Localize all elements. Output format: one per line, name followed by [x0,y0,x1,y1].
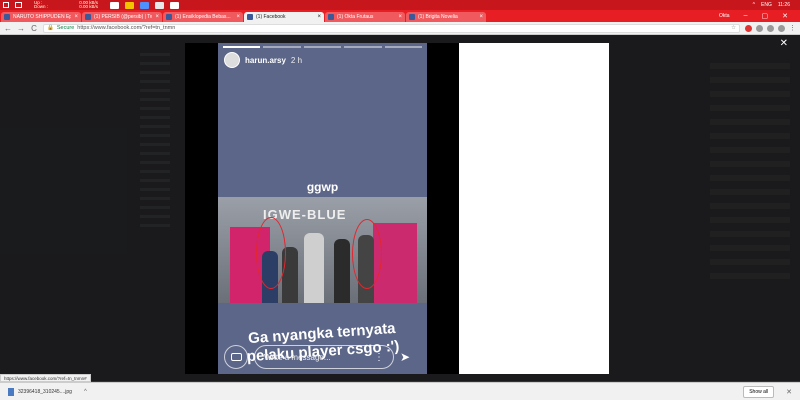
task-view-icon [14,2,22,8]
tab-favicon-icon [247,14,253,20]
person [334,239,350,303]
extension-icon[interactable] [756,24,763,32]
camera-icon [230,353,242,361]
lock-icon: 🔒 [47,25,54,31]
tab-title: (1) Ensiklopedia Bebas... [175,14,231,20]
download-options-icon[interactable]: ^ [84,389,87,395]
message-field[interactable]: ⋮ [254,345,394,369]
bookmark-star-icon[interactable]: ☆ [731,25,736,31]
tab-favicon-icon [166,14,172,20]
tab-title: (1) Facebook [256,14,286,20]
tab-favicon-icon [85,14,91,20]
story-progress [223,46,423,48]
more-options-icon[interactable]: ⋮ [374,352,384,363]
story-reply-bar: ⋮ ➤ [224,345,421,369]
tab-favicon-icon [4,14,10,20]
tab-favicon-icon [328,14,334,20]
story-username[interactable]: harun.arsy [245,56,286,65]
browser-tab-bar: NARUTO SHIPPUDEN Epi... × (1) PERSIB (@per… [0,10,800,22]
taskbar-pinned-apps [110,1,179,9]
story-timestamp: 2 h [290,55,303,65]
forward-button[interactable]: → [17,24,25,33]
status-url: https://www.facebook.com/?ref=tn_tnmn# [0,374,91,382]
download-speed-value: 0.00 kB/s [79,4,98,9]
browser-tab[interactable]: (1) Facebook × [244,12,324,22]
taskbar-app-icon[interactable] [140,1,149,9]
taskbar-app-icon[interactable] [110,1,119,9]
task-view-button[interactable] [12,0,24,10]
address-bar[interactable]: 🔒 Secure https://www.facebook.com/?ref=t… [43,23,740,33]
close-tab-icon[interactable]: × [398,14,402,20]
browser-tab[interactable]: (1) Brigita Novelia × [406,12,486,22]
browser-tab[interactable]: (1) PERSIB (@persib) | Tw... × [82,12,162,22]
language-indicator[interactable]: ENG [761,2,772,8]
tab-favicon-icon [409,14,415,20]
progress-segment [263,46,301,48]
tab-title: (1) Okta Frutaus [337,14,374,20]
send-icon[interactable]: ➤ [400,350,410,364]
browser-tab[interactable]: (1) Okta Frutaus × [325,12,405,22]
reload-button[interactable]: C [30,24,38,33]
browser-tab[interactable]: NARUTO SHIPPUDEN Epi... × [1,12,81,22]
close-tab-icon[interactable]: × [236,14,240,20]
close-tab-icon[interactable]: × [74,14,78,20]
story-header: harun.arsy 2 h [224,52,302,68]
start-button[interactable] [0,0,12,10]
progress-segment [223,46,261,48]
taskbar-app-icon[interactable] [125,1,134,9]
show-all-button[interactable]: Show all [743,385,775,398]
maximize-button[interactable]: ▢ [762,12,769,20]
progress-segment [344,46,382,48]
close-download-bar-icon[interactable]: ✕ [786,388,792,396]
extension-icon[interactable] [778,24,785,32]
url-text[interactable]: https://www.facebook.com/?ref=tn_tnmn [77,25,175,31]
network-speed-meter: Up :0.00 kB/s Down :0.00 kB/s [34,0,98,10]
browser-tab[interactable]: (1) Ensiklopedia Bebas... × [163,12,243,22]
tab-title: (1) Brigita Novelia [418,14,458,20]
clock[interactable]: 11:26 [778,2,790,8]
close-window-button[interactable]: ✕ [782,12,788,20]
tab-title: NARUTO SHIPPUDEN Epi... [13,14,72,20]
browser-toolbar: ← → C 🔒 Secure https://www.facebook.com/… [0,22,800,35]
progress-segment [303,46,342,48]
tray-chevron-icon[interactable]: ^ [753,2,755,8]
close-tab-icon[interactable]: × [155,14,159,20]
story-side-panel [459,43,609,374]
taskbar-app-icon[interactable] [155,1,164,9]
camera-button[interactable] [224,345,248,369]
story-card[interactable]: harun.arsy 2 h ggwp IGWE-BLUE Ga nyangka… [218,43,427,374]
message-input[interactable] [264,352,374,362]
taskbar-app-icon[interactable] [170,1,179,9]
story-photo: IGWE-BLUE [218,197,427,303]
tab-title: (1) PERSIB (@persib) | Tw... [94,14,153,20]
close-tab-icon[interactable]: × [479,14,483,20]
system-tray: ^ ENG 11:26 [753,2,800,8]
download-file-name[interactable]: 32396418_310245....jpg [18,389,72,395]
extension-icon[interactable] [767,24,774,32]
download-speed-label: Down : [34,4,49,9]
windows-icon [3,2,9,8]
menu-icon[interactable]: ⋮ [789,25,796,32]
red-circle-annotation [352,219,382,289]
minimize-button[interactable]: – [744,12,748,20]
red-circle-annotation [256,217,286,289]
progress-segment [384,46,423,48]
avatar[interactable] [224,52,240,68]
story-caption-top: ggwp [306,180,339,194]
file-icon [8,387,14,396]
back-button[interactable]: ← [4,24,12,33]
browser-profile-name[interactable]: Okta [719,13,730,19]
download-bar: 32396418_310245....jpg ^ Show all ✕ [0,382,800,400]
windows-taskbar: Up :0.00 kB/s Down :0.00 kB/s ^ ENG 11:2… [0,0,800,10]
close-story-icon[interactable]: ✕ [780,38,788,49]
extensions: ⋮ [745,24,796,32]
close-tab-icon[interactable]: × [317,14,321,20]
secure-label: Secure [56,25,75,31]
extension-icon[interactable] [745,24,752,32]
person [304,233,324,303]
